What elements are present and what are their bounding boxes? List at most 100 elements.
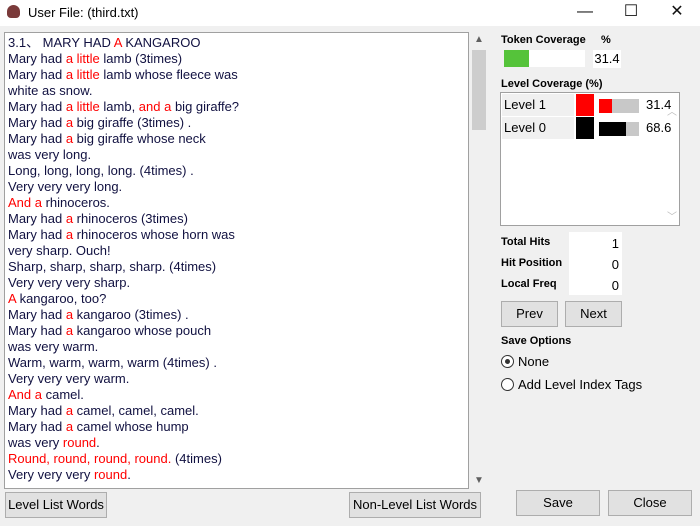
text-line: Very very very long.: [8, 179, 465, 195]
text-segment: Mary had: [8, 419, 66, 434]
level-color-swatch: [576, 117, 594, 139]
level-coverage-bar: [599, 122, 639, 136]
text-segment: Mary had: [8, 323, 66, 338]
level-row[interactable]: Level 1 31.4: [502, 94, 674, 116]
prev-button[interactable]: Prev: [501, 301, 558, 327]
text-line: And a camel.: [8, 387, 465, 403]
text-segment: Sharp, sharp, sharp, sharp. (4times): [8, 259, 217, 274]
text-line: white as snow.: [8, 83, 465, 99]
level-coverage-bar: [599, 99, 639, 113]
next-button[interactable]: Next: [565, 301, 622, 327]
text-segment: .: [127, 467, 131, 482]
level-coverage-value: 31.4: [646, 97, 672, 112]
text-segment: was very long.: [8, 147, 92, 162]
text-line: Mary had a rhinoceros (3times): [8, 211, 465, 227]
token-coverage-fill: [504, 50, 530, 67]
text-line: 3.1、 MARY HAD A KANGAROO: [8, 35, 465, 51]
highlighted-word: And a: [8, 387, 42, 402]
scroll-thumb[interactable]: [472, 50, 486, 130]
radio-none[interactable]: [501, 355, 514, 368]
text-segment: Long, long, long, long. (4times) .: [8, 163, 194, 178]
text-segment: Mary had: [8, 211, 66, 226]
text-segment: Very very very warm.: [8, 371, 130, 386]
text-line: was very round.: [8, 435, 465, 451]
total-hits-value: 1: [611, 236, 619, 251]
highlighted-word: a: [65, 419, 74, 434]
close-window-button[interactable]: ✕: [654, 0, 700, 26]
text-line: Mary had a kangaroo whose pouch: [8, 323, 465, 339]
text-segment: rhinoceros.: [41, 195, 110, 210]
highlighted-word: A: [8, 291, 16, 306]
text-segment: rhinoceros whose horn was: [73, 227, 235, 242]
text-line: Very very very warm.: [8, 371, 465, 387]
window-title: User File: (third.txt): [28, 5, 139, 20]
text-segment: lamb (3times): [99, 51, 183, 66]
text-line: And a rhinoceros.: [8, 195, 465, 211]
text-segment: Mary had: [8, 403, 66, 418]
highlighted-word: round: [93, 467, 128, 482]
hit-position-value: 0: [611, 257, 619, 272]
text-segment: big giraffe whose neck: [73, 131, 206, 146]
maximize-button[interactable]: ☐: [608, 0, 654, 26]
highlighted-word: a little: [65, 67, 100, 82]
close-button[interactable]: Close: [608, 490, 692, 516]
save-button[interactable]: Save: [516, 490, 600, 516]
text-line: Mary had a kangaroo (3times) .: [8, 307, 465, 323]
radio-add-level-index-tags-label[interactable]: Add Level Index Tags: [518, 377, 642, 392]
radio-none-label[interactable]: None: [518, 354, 549, 369]
text-segment: kangaroo, too?: [15, 291, 107, 306]
level-coverage-fill: [599, 122, 627, 136]
text-line: Mary had a rhinoceros whose horn was: [8, 227, 465, 243]
highlighted-word: a: [65, 307, 74, 322]
non-level-list-words-button[interactable]: Non-Level List Words: [349, 492, 481, 518]
app-icon: [7, 5, 20, 18]
highlighted-word: a little: [65, 51, 100, 66]
text-line: Mary had a camel whose hump: [8, 419, 465, 435]
scroll-down-icon[interactable]: ▼: [470, 473, 488, 489]
level-row[interactable]: Level 0 68.6: [502, 117, 674, 139]
text-line: Mary had a little lamb whose fleece was: [8, 67, 465, 83]
highlighted-word: a: [65, 211, 74, 226]
list-scroll-down-icon[interactable]: ﹀: [667, 208, 677, 223]
highlighted-word: a: [65, 403, 74, 418]
highlighted-word: Round, round, round, round.: [8, 451, 172, 466]
text-line: was very long.: [8, 147, 465, 163]
text-line: Warm, warm, warm, warm (4times) .: [8, 355, 465, 371]
highlighted-word: a: [65, 323, 74, 338]
text-segment: 3.1、 MARY HAD: [8, 35, 114, 50]
level-coverage-list[interactable]: ︿ ﹀ Level 1 31.4 Level 0 68.6: [500, 92, 680, 226]
text-segment: .: [96, 435, 100, 450]
level-coverage-fill: [599, 99, 612, 113]
text-segment: big giraffe?: [171, 99, 240, 114]
text-segment: Mary had: [8, 227, 66, 242]
text-line: Sharp, sharp, sharp, sharp. (4times): [8, 259, 465, 275]
text-line: Long, long, long, long. (4times) .: [8, 163, 465, 179]
text-segment: very sharp. Ouch!: [8, 243, 111, 258]
local-freq-label: Local Freq: [501, 278, 557, 290]
text-segment: camel whose hump: [73, 419, 189, 434]
text-segment: camel.: [41, 387, 84, 402]
text-line: very sharp. Ouch!: [8, 243, 465, 259]
minimize-button[interactable]: —: [562, 0, 608, 26]
level-coverage-value: 68.6: [646, 120, 672, 135]
level-list-words-button[interactable]: Level List Words: [5, 492, 107, 518]
text-scrollbar[interactable]: ▲ ▼: [470, 32, 488, 489]
text-line: Mary had a big giraffe (3times) .: [8, 115, 465, 131]
text-line: Very very very sharp.: [8, 275, 465, 291]
text-segment: Mary had: [8, 51, 66, 66]
level-coverage-label: Level Coverage (%): [501, 78, 603, 90]
text-segment: Very very very long.: [8, 179, 123, 194]
radio-add-level-index-tags[interactable]: [501, 378, 514, 391]
text-segment: Mary had: [8, 67, 66, 82]
level-name: Level 1: [502, 94, 574, 116]
scroll-up-icon[interactable]: ▲: [470, 32, 488, 48]
text-segment: kangaroo (3times) .: [73, 307, 189, 322]
text-line: A kangaroo, too?: [8, 291, 465, 307]
text-line: Very very very round.: [8, 467, 465, 483]
stats-box: 1 0 0: [569, 232, 622, 295]
level-name: Level 0: [502, 117, 574, 139]
token-coverage-unit: %: [601, 34, 611, 46]
text-segment: Mary had: [8, 307, 66, 322]
text-display[interactable]: 3.1、 MARY HAD A KANGAROO Mary had a littl…: [4, 32, 469, 489]
text-line: Mary had a camel, camel, camel.: [8, 403, 465, 419]
